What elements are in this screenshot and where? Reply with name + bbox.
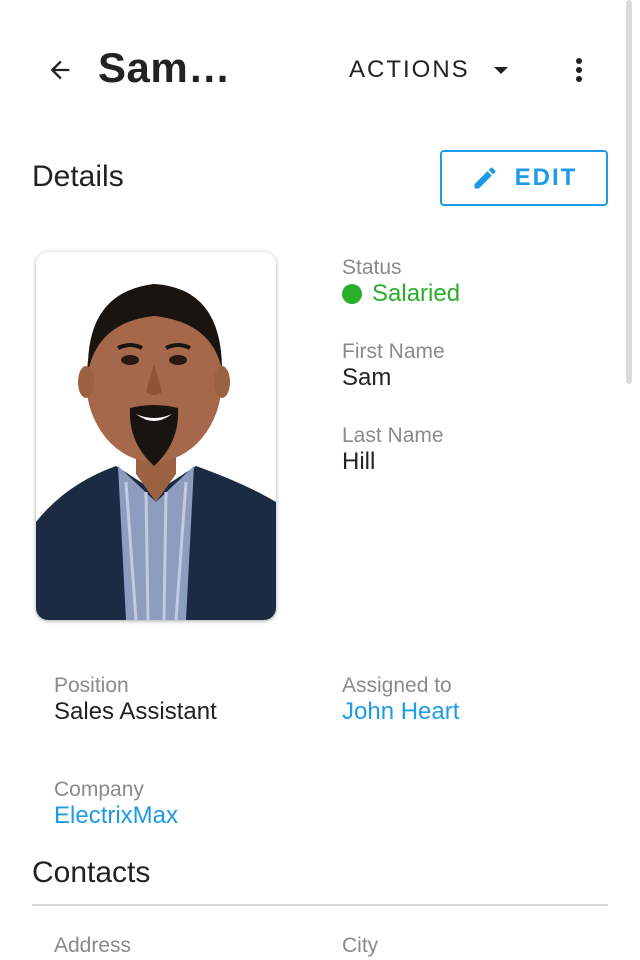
more-options-button[interactable] [563,52,595,88]
last-name-value: Hill [342,448,376,475]
actions-dropdown-button[interactable]: ACTIONS [349,52,508,88]
page-title: Sam… [98,44,231,91]
edit-button[interactable]: EDIT [440,150,608,206]
city-label: City [342,934,379,957]
arrow-left-icon [50,60,70,80]
actions-label: ACTIONS [349,56,470,83]
back-button[interactable] [36,46,84,94]
details-heading: Details [32,160,124,193]
status-text: Salaried [372,280,461,307]
caret-down-icon [493,66,508,74]
app-bar: Sam… ACTIONS [0,0,640,140]
company-link[interactable]: ElectrixMax [54,802,178,830]
assigned-to-link[interactable]: John Heart [342,698,459,726]
edit-label: EDIT [514,164,578,191]
employee-photo [36,252,276,620]
position-value: Sales Assistant [54,698,217,725]
address-label: Address [54,934,132,957]
company-label: Company [54,778,144,801]
status-label: Status [342,256,402,279]
status-dot-icon [342,284,362,304]
pencil-icon [474,167,496,189]
first-name-label: First Name [342,340,445,363]
last-name-label: Last Name [342,424,444,447]
assigned-to-label: Assigned to [342,674,452,697]
contacts-heading: Contacts [32,856,151,889]
status-value: Salaried [342,280,460,308]
scrollbar[interactable] [626,0,632,384]
first-name-value: Sam [342,364,392,391]
more-vert-icon [576,58,582,82]
position-label: Position [54,674,129,697]
section-divider [32,904,608,906]
